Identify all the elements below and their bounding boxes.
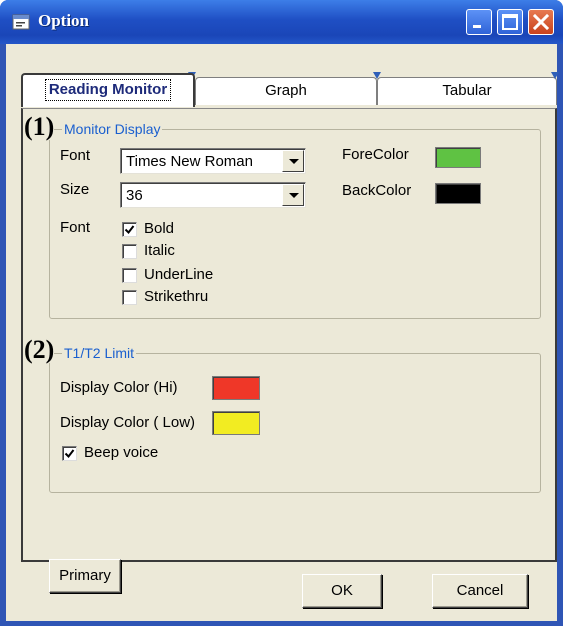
dialog-client-area: Reading Monitor Graph Tabular (1) Monito…: [6, 44, 559, 621]
hi-color-label: Display Color (Hi): [60, 379, 178, 396]
font-combo[interactable]: Times New Roman: [120, 148, 306, 174]
minimize-button[interactable]: [466, 9, 492, 35]
minimize-icon: [473, 25, 481, 28]
tab-strip: Reading Monitor Graph Tabular: [21, 72, 559, 109]
chevron-down-icon[interactable]: [282, 184, 304, 206]
reading-monitor-panel: (1) Monitor Display Font Times New Roman…: [21, 108, 557, 593]
back-color-swatch[interactable]: [435, 183, 481, 204]
limit-legend: T1/T2 Limit: [62, 344, 137, 362]
limit-number: (2): [24, 335, 55, 364]
size-combo[interactable]: 36: [120, 182, 306, 208]
primary-button[interactable]: Primary: [49, 559, 121, 593]
tab-notch-marker: [551, 72, 559, 79]
tab-reading-monitor[interactable]: Reading Monitor: [21, 73, 195, 107]
checkmark-icon: [124, 225, 135, 235]
chevron-down-icon[interactable]: [282, 150, 304, 172]
maximize-icon: [502, 14, 518, 30]
low-color-label: Display Color ( Low): [60, 414, 196, 431]
monitor-display-legend: Monitor Display: [62, 120, 163, 138]
close-button[interactable]: [528, 9, 554, 35]
monitor-display-number: (1): [24, 112, 55, 141]
ok-button[interactable]: OK: [302, 574, 382, 608]
fore-color-label: ForeColor: [342, 146, 409, 163]
size-label: Size: [60, 181, 90, 198]
tab-tabular[interactable]: Tabular: [377, 77, 557, 105]
beep-voice-label: Beep voice: [84, 444, 159, 461]
italic-label: Italic: [144, 242, 175, 259]
close-icon: [532, 13, 550, 31]
tab-reading-monitor-label: Reading Monitor: [44, 79, 172, 101]
italic-checkbox[interactable]: [122, 244, 137, 259]
hi-color-swatch[interactable]: [212, 376, 260, 400]
option-window: Option Reading Monitor Graph Tabular (1)…: [0, 0, 563, 626]
bold-checkbox[interactable]: [122, 222, 137, 237]
font-label: Font: [60, 147, 91, 164]
strikethru-label: Strikethru: [144, 288, 209, 305]
low-color-swatch[interactable]: [212, 411, 260, 435]
checkmark-icon: [64, 449, 75, 459]
title-bar[interactable]: Option: [0, 0, 563, 44]
size-combo-value: 36: [126, 187, 143, 204]
bold-label: Bold: [144, 220, 175, 237]
font-combo-value: Times New Roman: [126, 153, 253, 170]
tab-tabular-label: Tabular: [442, 82, 492, 99]
cancel-button[interactable]: Cancel: [432, 574, 528, 608]
underline-checkbox[interactable]: [122, 268, 137, 283]
window-app-icon: [12, 14, 30, 30]
tab-notch-marker: [373, 72, 381, 79]
tab-graph[interactable]: Graph: [195, 77, 377, 105]
back-color-label: BackColor: [342, 182, 412, 199]
fore-color-swatch[interactable]: [435, 147, 481, 168]
window-title: Option: [38, 11, 90, 30]
monitor-display-group: (1) Monitor Display Font Times New Roman…: [24, 114, 541, 319]
beep-voice-checkbox[interactable]: [62, 446, 77, 461]
underline-label: UnderLine: [144, 266, 214, 283]
strikethru-checkbox[interactable]: [122, 290, 137, 305]
limit-group: (2) T1/T2 Limit Display Color (Hi) Displ…: [24, 337, 541, 493]
maximize-button[interactable]: [497, 9, 523, 35]
tab-graph-label: Graph: [265, 82, 307, 99]
font-style-label: Font: [60, 219, 91, 236]
